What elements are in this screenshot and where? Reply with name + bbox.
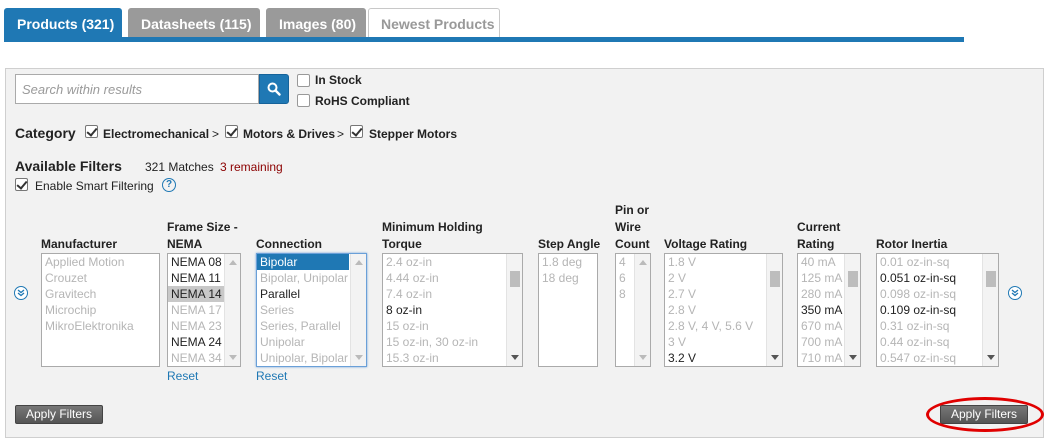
voltage-rating-listbox[interactable]: 1.8 V 2 V 2.7 V 2.8 V 2.8 V, 4 V, 5.6 V … <box>664 253 783 367</box>
scrollbar[interactable] <box>982 254 998 366</box>
smart-filtering-checkbox[interactable] <box>15 178 28 191</box>
match-count: 321 Matches <box>145 160 214 174</box>
list-item[interactable]: Applied Motion <box>42 254 159 270</box>
tab-underline <box>4 37 964 42</box>
list-item[interactable]: 0.01 oz-in-sq <box>877 254 998 270</box>
pin-count-listbox[interactable]: 4 6 8 <box>615 253 651 367</box>
double-chevron-icon <box>17 289 25 297</box>
apply-filters-button-left[interactable]: Apply Filters <box>15 405 104 424</box>
connection-reset-link[interactable]: Reset <box>256 369 287 383</box>
list-item[interactable]: Gravitech <box>42 286 159 302</box>
category-checkbox-electromechanical[interactable] <box>85 125 98 138</box>
list-item[interactable]: 8 oz-in <box>383 302 522 318</box>
scrollbar[interactable] <box>224 254 240 366</box>
list-item[interactable]: 0.051 oz-in-sq <box>877 270 998 286</box>
in-stock-label: In Stock <box>315 73 362 87</box>
manufacturer-listbox[interactable]: Applied Motion Crouzet Gravitech Microch… <box>41 253 160 367</box>
connection-header: Connection <box>256 237 322 251</box>
scrollbar[interactable] <box>634 254 650 366</box>
step-angle-header: Step Angle <box>538 237 601 251</box>
scrollbar[interactable] <box>350 254 366 366</box>
tab-newest-products[interactable]: Newest Products <box>368 8 500 38</box>
scrollbar[interactable] <box>766 254 782 366</box>
smart-filtering-label: Enable Smart Filtering <box>35 179 154 193</box>
frame-size-header: Frame Size - NEMA <box>167 220 238 251</box>
double-chevron-icon <box>1011 289 1019 297</box>
list-item[interactable]: 2.4 oz-in <box>383 254 522 270</box>
scrollbar[interactable] <box>844 254 860 366</box>
list-item[interactable]: 2.8 V, 4 V, 5.6 V <box>665 318 782 334</box>
highlight-annotation <box>926 397 1044 432</box>
tab-images[interactable]: Images (80) <box>266 8 366 38</box>
list-item[interactable]: 15.3 oz-in <box>383 350 522 366</box>
scrollbar[interactable] <box>506 254 522 366</box>
remaining-count: 3 remaining <box>220 160 283 174</box>
list-item[interactable]: Bipolar <box>257 254 349 270</box>
current-rating-listbox[interactable]: 40 mA 125 mA 280 mA 350 mA 670 mA 700 mA… <box>797 253 861 367</box>
list-item[interactable]: 0.31 oz-in-sq <box>877 318 998 334</box>
rotor-inertia-listbox[interactable]: 0.01 oz-in-sq 0.051 oz-in-sq 0.098 oz-in… <box>876 253 999 367</box>
rohs-label: RoHS Compliant <box>315 94 410 108</box>
category-checkbox-stepper-motors[interactable] <box>350 125 363 138</box>
list-item[interactable]: 3 V <box>665 334 782 350</box>
list-item[interactable]: Microchip <box>42 302 159 318</box>
list-item[interactable]: MikroElektronika <box>42 318 159 334</box>
current-rating-header: Current Rating <box>797 220 841 251</box>
list-item[interactable]: 15 oz-in, 30 oz-in <box>383 334 522 350</box>
tab-datasheets[interactable]: Datasheets (115) <box>128 8 260 38</box>
category-motors-drives[interactable]: Motors & Drives <box>243 127 335 141</box>
search-input[interactable] <box>15 74 259 104</box>
scroll-right-icon[interactable] <box>1008 286 1022 300</box>
search-button[interactable] <box>259 74 289 104</box>
list-item[interactable]: 2.7 V <box>665 286 782 302</box>
list-item[interactable]: 4.44 oz-in <box>383 270 522 286</box>
step-angle-listbox[interactable]: 1.8 deg 18 deg <box>538 253 598 367</box>
available-filters-title: Available Filters <box>15 158 122 174</box>
in-stock-checkbox[interactable] <box>297 74 310 87</box>
list-item[interactable]: NEMA 14 <box>168 286 224 302</box>
search-icon <box>267 82 281 96</box>
list-item[interactable]: 1.8 V <box>665 254 782 270</box>
list-item[interactable]: 1.8 deg <box>539 254 597 270</box>
voltage-rating-header: Voltage Rating <box>664 237 748 251</box>
pin-count-header: Pin or Wire Count <box>615 203 650 251</box>
category-separator: > <box>337 127 345 141</box>
list-item[interactable]: 0.44 oz-in-sq <box>877 334 998 350</box>
frame-size-listbox[interactable]: NEMA 08 NEMA 11 NEMA 14 NEMA 17 NEMA 23 … <box>167 253 241 367</box>
holding-torque-listbox[interactable]: 2.4 oz-in 4.44 oz-in 7.4 oz-in 8 oz-in 1… <box>382 253 523 367</box>
category-stepper-motors[interactable]: Stepper Motors <box>369 127 457 141</box>
list-item[interactable]: 2.8 V <box>665 302 782 318</box>
category-electromechanical[interactable]: Electromechanical <box>103 127 209 141</box>
help-icon[interactable]: ? <box>162 178 176 192</box>
list-item[interactable]: Crouzet <box>42 270 159 286</box>
connection-listbox[interactable]: Bipolar Bipolar, Unipolar Parallel Serie… <box>256 253 367 367</box>
list-item[interactable]: 7.4 oz-in <box>383 286 522 302</box>
rohs-checkbox[interactable] <box>297 94 310 107</box>
list-item[interactable]: 0.547 oz-in-sq <box>877 350 998 366</box>
scroll-left-icon[interactable] <box>14 286 28 300</box>
list-item[interactable]: 3.2 V <box>665 350 782 366</box>
holding-torque-header: Minimum Holding Torque <box>382 220 483 251</box>
tab-products[interactable]: Products (321) <box>4 8 122 38</box>
manufacturer-header: Manufacturer <box>41 237 118 251</box>
list-item[interactable]: 0.098 oz-in-sq <box>877 286 998 302</box>
category-checkbox-motors-drives[interactable] <box>225 125 238 138</box>
category-separator: > <box>212 127 220 141</box>
rotor-inertia-header: Rotor Inertia <box>876 237 948 251</box>
list-item[interactable]: 2 V <box>665 270 782 286</box>
list-item[interactable]: 0.109 oz-in-sq <box>877 302 998 318</box>
frame-size-reset-link[interactable]: Reset <box>167 369 198 383</box>
list-item[interactable]: 15 oz-in <box>383 318 522 334</box>
category-label: Category <box>15 125 76 141</box>
list-item[interactable]: 18 deg <box>539 270 597 286</box>
